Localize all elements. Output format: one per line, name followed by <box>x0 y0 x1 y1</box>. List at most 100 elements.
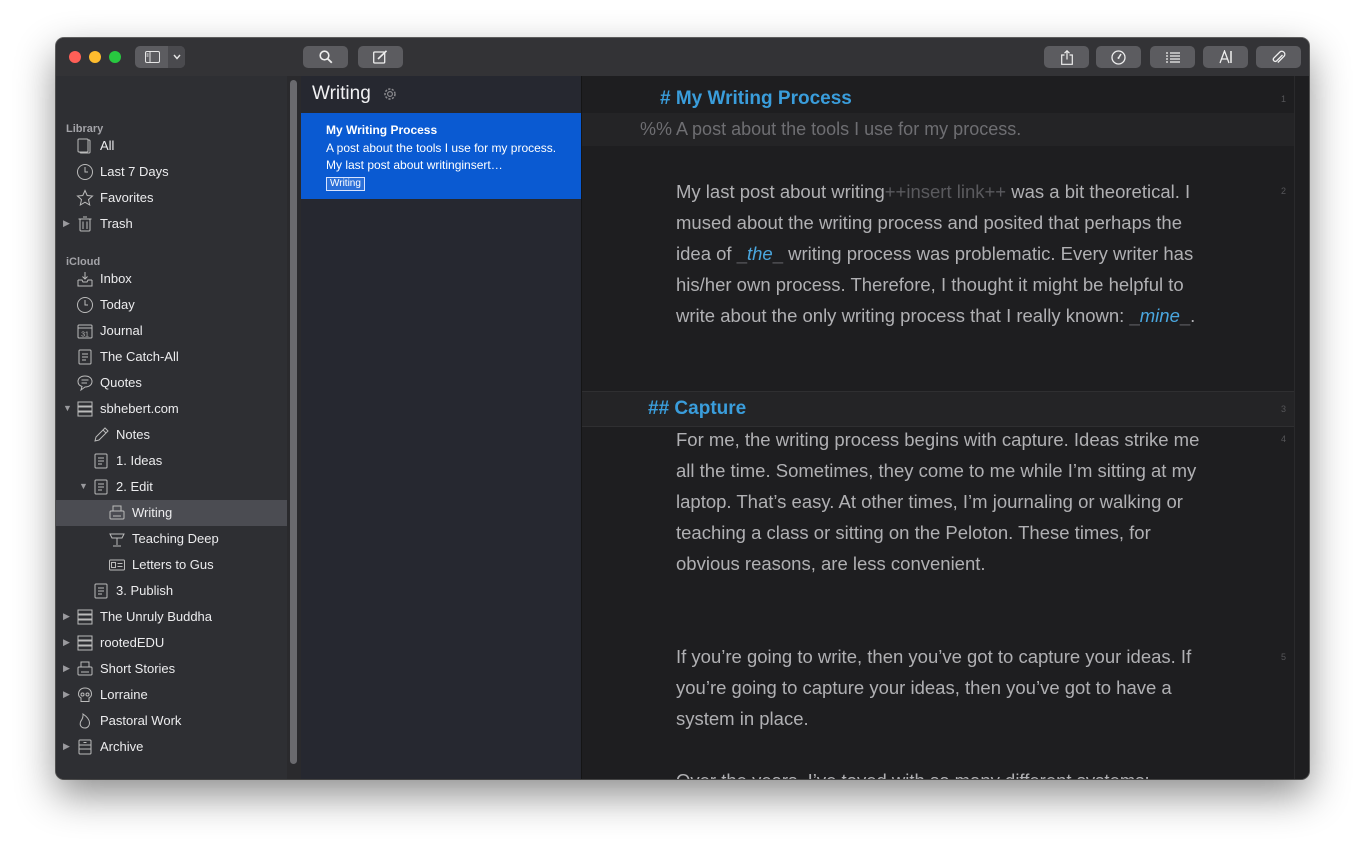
disclosure-closed-icon[interactable]: ▶ <box>63 741 70 752</box>
sidebar-item-label: Writing <box>132 505 173 520</box>
typography-icon <box>1218 50 1233 64</box>
share-icon <box>1060 49 1073 65</box>
disclosure-closed-icon[interactable]: ▶ <box>63 611 70 622</box>
link-placeholder[interactable]: ++insert link++ <box>885 181 1006 202</box>
emphasis-marker: _ <box>1129 305 1140 326</box>
emphasis-marker: _ <box>1179 305 1191 326</box>
sidebar-item-notes[interactable]: Notes <box>56 422 287 448</box>
share-button[interactable] <box>1044 46 1089 68</box>
disclosure-closed-icon[interactable]: ▶ <box>63 663 70 674</box>
project-icon <box>76 634 94 652</box>
editor[interactable]: # My Writing Process 1 %% A post about t… <box>582 76 1294 779</box>
sidebar-item-label: The Catch-All <box>100 349 179 364</box>
search-icon <box>318 50 333 64</box>
disclosure-closed-icon[interactable]: ▶ <box>63 689 70 700</box>
heading-2[interactable]: ## Capture <box>648 398 746 420</box>
sidebar-item-teaching-deep[interactable]: Teaching Deep <box>56 526 287 552</box>
heading-text: Capture <box>674 398 747 419</box>
sidebar-item-today[interactable]: Today <box>56 292 287 318</box>
sidebar-item-the-unruly-buddha[interactable]: ▶ The Unruly Buddha <box>56 604 287 630</box>
sidebar-scroll-thumb[interactable] <box>290 80 297 764</box>
sidebar-item-all[interactable]: All <box>56 133 287 159</box>
document-icon <box>92 582 110 600</box>
sidebar-item-favorites[interactable]: Favorites <box>56 185 287 211</box>
disclosure-open-icon[interactable]: ▼ <box>63 403 72 413</box>
sidebar-item-1-ideas[interactable]: 1. Ideas <box>56 448 287 474</box>
new-sheet-button[interactable] <box>358 46 403 68</box>
sidebar-item-2-edit[interactable]: ▼ 2. Edit <box>56 474 287 500</box>
annotation-note[interactable]: %% A post about the tools I use for my p… <box>640 119 1021 140</box>
line-number: 4 <box>1280 434 1286 444</box>
sidebar-item-writing[interactable]: Writing <box>56 500 287 526</box>
inbox-icon <box>76 270 94 288</box>
project-icon <box>76 400 94 418</box>
sidebar-item-label: Teaching Deep <box>132 531 219 546</box>
attachments-button[interactable] <box>1256 46 1301 68</box>
sidebar-item-label: The Unruly Buddha <box>100 609 213 624</box>
paragraph-3[interactable]: If you’re going to write, then you’ve go… <box>676 641 1206 734</box>
heading-1[interactable]: # My Writing Process <box>660 88 852 110</box>
typography-button[interactable] <box>1203 46 1248 68</box>
document-icon <box>76 348 94 366</box>
archive-icon <box>76 738 94 756</box>
trash-icon <box>76 215 94 233</box>
sidebar-item-label: 3. Publish <box>116 583 174 598</box>
sidebar-item-last-7-days[interactable]: Last 7 Days <box>56 159 287 185</box>
sidebar-item-label: sbhebert.com <box>100 401 179 416</box>
all-sheets-icon <box>76 137 94 155</box>
editor-scrollbar[interactable] <box>1294 76 1309 779</box>
sidebar-item-short-stories[interactable]: ▶ Short Stories <box>56 656 287 682</box>
star-icon <box>76 189 94 207</box>
line-number: 2 <box>1280 186 1286 196</box>
note-text: A post about the tools I use for my proc… <box>676 119 1022 139</box>
sheet-item-selected[interactable]: My Writing Process A post about the tool… <box>301 113 581 199</box>
sidebar-item-quotes[interactable]: Quotes <box>56 370 287 396</box>
library-mode-dropdown[interactable] <box>168 46 185 68</box>
sheet-excerpt: A post about the tools I use for my proc… <box>326 141 557 172</box>
group-title: Writing <box>312 83 371 104</box>
minimize-window-button[interactable] <box>89 51 101 63</box>
sidebar-item-label: 2. Edit <box>116 479 153 494</box>
zoom-window-button[interactable] <box>109 51 121 63</box>
sidebar-item-rootededu[interactable]: ▶ rootedEDU <box>56 630 287 656</box>
sidebar-item-label: rootedEDU <box>100 635 165 650</box>
sidebar-item-archive[interactable]: ▶ Archive <box>56 734 287 760</box>
sidebar-item-label: Pastoral Work <box>100 713 182 728</box>
text-run: My last post about writing <box>676 181 885 202</box>
search-button[interactable] <box>303 46 348 68</box>
text-run: . <box>1190 305 1196 326</box>
sidebar-item-the-catch-all[interactable]: The Catch-All <box>56 344 287 370</box>
disclosure-closed-icon[interactable]: ▶ <box>63 218 70 229</box>
sidebar-item-pastoral-work[interactable]: Pastoral Work <box>56 708 287 734</box>
sidebar-item-trash[interactable]: ▶ Trash <box>56 211 287 237</box>
close-window-button[interactable] <box>69 51 81 63</box>
sheet-keyword-tag[interactable]: Writing <box>326 177 365 191</box>
outline-button[interactable] <box>1150 46 1195 68</box>
typewriter-icon <box>108 504 126 522</box>
pencil-icon <box>92 426 110 444</box>
sidebar-item-inbox[interactable]: Inbox <box>56 266 287 292</box>
sidebar-item-3-publish[interactable]: 3. Publish <box>56 578 287 604</box>
list-icon <box>1165 51 1180 63</box>
skull-icon <box>76 686 94 704</box>
dashboard-button[interactable] <box>1096 46 1141 68</box>
disclosure-open-icon[interactable]: ▼ <box>79 481 88 491</box>
sidebar-item-label: Journal <box>100 323 143 338</box>
sidebar-scrollbar[interactable] <box>287 76 301 779</box>
paragraph-4[interactable]: Over the years, I’ve toyed with so many … <box>676 765 1206 779</box>
project-icon <box>76 608 94 626</box>
sidebar-item-label: Inbox <box>100 271 132 286</box>
sidebar-item-label: Letters to Gus <box>132 557 214 572</box>
sidebar-item-lorraine[interactable]: ▶ Lorraine <box>56 682 287 708</box>
gear-icon[interactable] <box>382 86 398 102</box>
speech-bubble-icon <box>76 374 94 392</box>
paragraph-2[interactable]: For me, the writing process begins with … <box>676 424 1206 579</box>
sheet-list: Writing My Writing Process A post about … <box>301 76 582 779</box>
sheet-title: My Writing Process <box>326 123 438 137</box>
paragraph-1[interactable]: My last post about writing++insert link+… <box>676 176 1206 331</box>
sidebar-item-sbhebert-com[interactable]: ▼ sbhebert.com <box>56 396 287 422</box>
toolbar <box>56 38 1309 77</box>
sidebar-item-letters-to-gus[interactable]: Letters to Gus <box>56 552 287 578</box>
disclosure-closed-icon[interactable]: ▶ <box>63 637 70 648</box>
sidebar-item-journal[interactable]: 31 Journal <box>56 318 287 344</box>
